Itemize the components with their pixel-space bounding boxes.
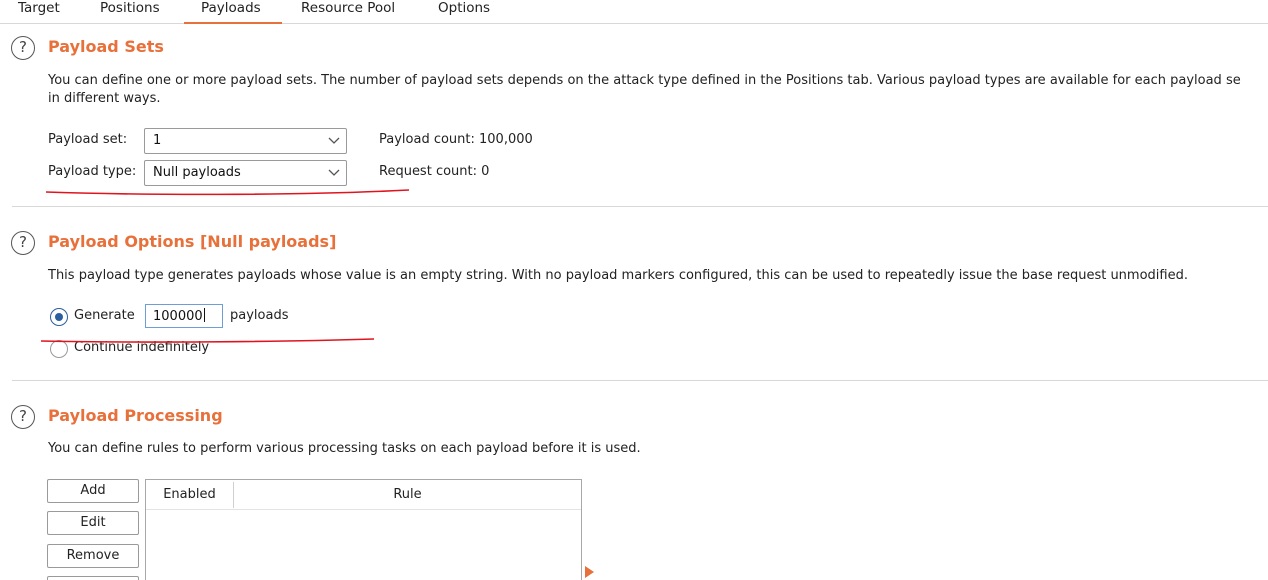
more-button[interactable] <box>47 576 139 580</box>
generate-count-input[interactable]: 100000 <box>145 304 223 328</box>
generate-label: Generate <box>74 308 135 323</box>
chevron-down-icon <box>328 169 340 176</box>
request-count: Request count: 0 <box>379 164 490 179</box>
add-button[interactable]: Add <box>47 479 139 503</box>
column-header-rule[interactable]: Rule <box>234 480 581 510</box>
help-icon[interactable]: ? <box>11 36 35 60</box>
payload-set-select[interactable]: 1 <box>144 128 347 154</box>
edit-button[interactable]: Edit <box>47 511 139 535</box>
payload-options-description: This payload type generates payloads who… <box>48 268 1188 283</box>
section-title-payload-processing: Payload Processing <box>48 406 223 425</box>
text-caret <box>203 308 205 322</box>
payload-processing-description: You can define rules to perform various … <box>48 441 641 456</box>
payload-type-value: Null payloads <box>153 165 241 180</box>
section-title-payload-options: Payload Options [Null payloads] <box>48 232 337 251</box>
processing-rules-table[interactable]: Enabled Rule <box>145 479 582 580</box>
help-icon[interactable]: ? <box>11 405 35 429</box>
generate-radio[interactable] <box>50 308 68 326</box>
section-divider <box>12 206 1268 207</box>
generate-count-value: 100000 <box>153 309 203 324</box>
tab-target[interactable]: Target <box>18 0 60 23</box>
chevron-down-icon <box>328 137 340 144</box>
column-header-enabled[interactable]: Enabled <box>146 480 233 510</box>
tab-payloads[interactable]: Payloads <box>184 0 282 24</box>
payload-type-select[interactable]: Null payloads <box>144 160 347 186</box>
annotation-underline <box>40 338 375 343</box>
section-divider <box>12 380 1268 381</box>
payload-sets-description-line2: in different ways. <box>48 91 161 106</box>
payloads-suffix: payloads <box>230 308 289 323</box>
payload-set-value: 1 <box>153 133 162 148</box>
payload-sets-description-line1: You can define one or more payload sets.… <box>48 73 1241 88</box>
help-icon[interactable]: ? <box>11 231 35 255</box>
expand-arrow-icon[interactable] <box>584 565 596 579</box>
tab-bar: Target Positions Payloads Resource Pool … <box>0 0 1268 24</box>
remove-button[interactable]: Remove <box>47 544 139 568</box>
tab-positions[interactable]: Positions <box>100 0 160 23</box>
tab-resource-pool[interactable]: Resource Pool <box>301 0 395 23</box>
table-header: Enabled Rule <box>146 480 581 510</box>
tab-options[interactable]: Options <box>438 0 490 23</box>
payload-count: Payload count: 100,000 <box>379 132 533 147</box>
section-title-payload-sets: Payload Sets <box>48 37 164 56</box>
payload-set-label: Payload set: <box>48 132 128 147</box>
annotation-underline <box>45 189 410 196</box>
payload-type-label: Payload type: <box>48 164 137 179</box>
